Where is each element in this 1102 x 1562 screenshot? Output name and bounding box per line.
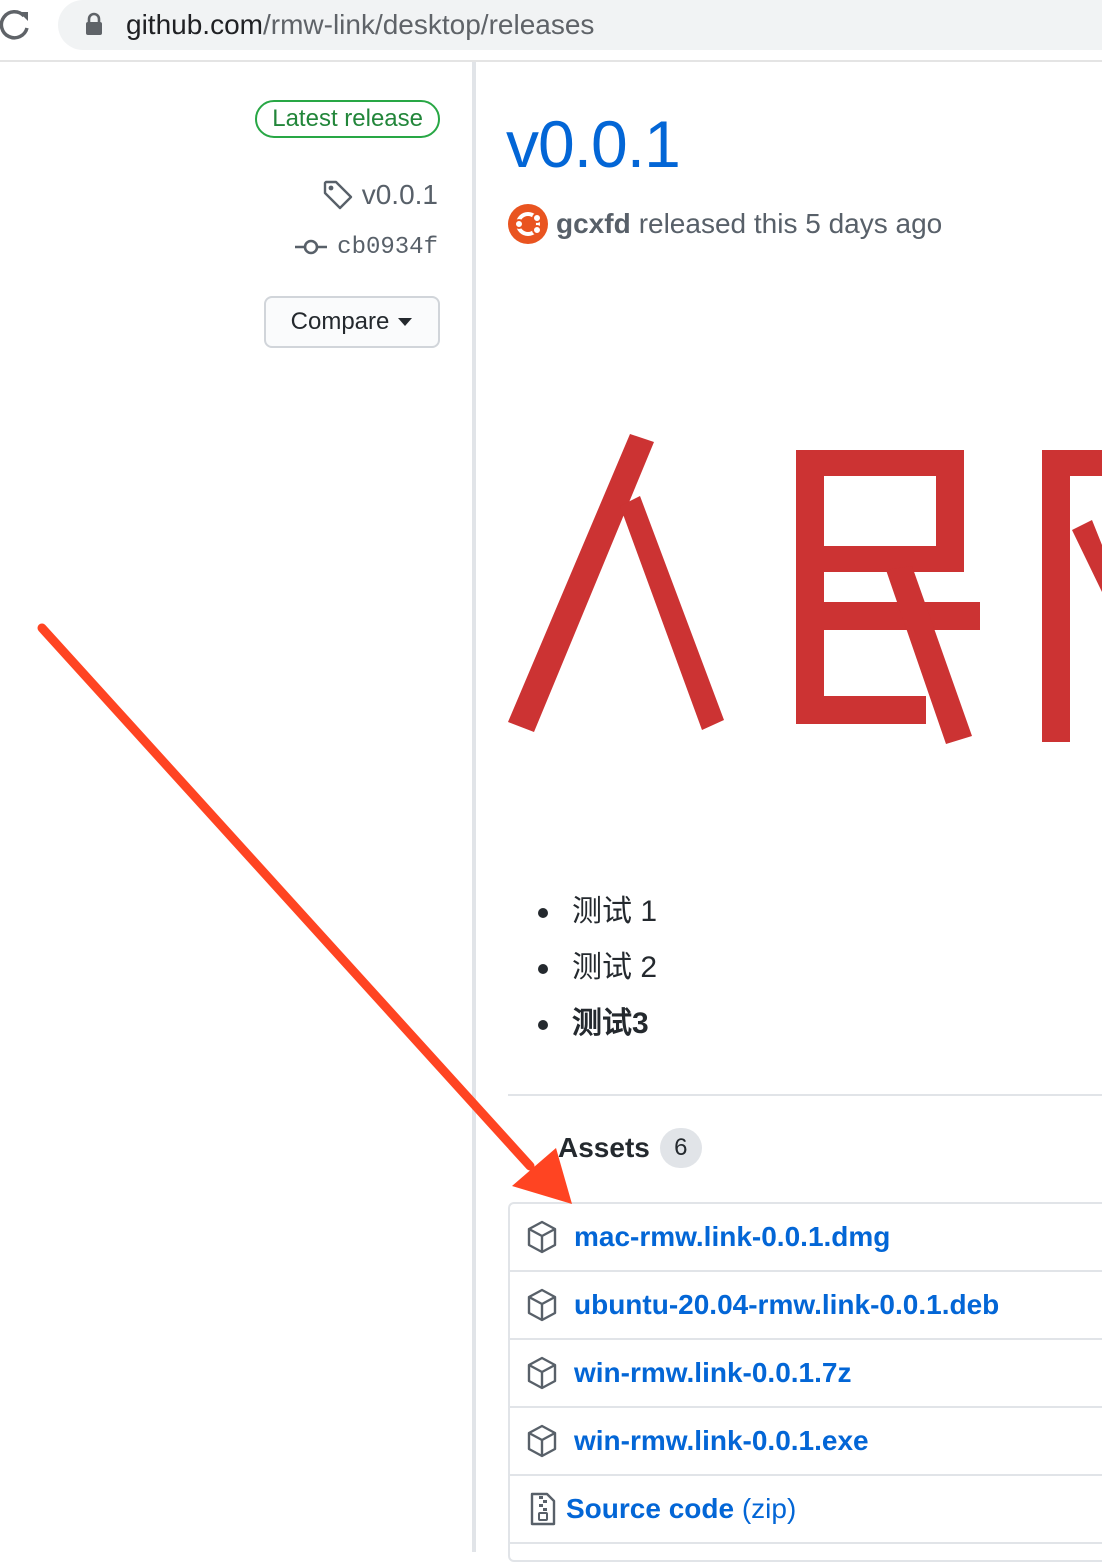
section-divider [508,1094,1102,1096]
asset-link[interactable]: win-rmw.link-0.0.1.7z [574,1357,851,1389]
compare-label: Compare [290,308,390,335]
author-link[interactable]: gcxfd [556,208,631,240]
asset-link-suffix: (zip) [741,1493,797,1524]
url-host: github.com [126,9,263,40]
asset-row: mac-rmw.link-0.0.1.dmg [510,1204,1102,1272]
caret-down-icon [398,318,413,326]
asset-row: win-rmw.link-0.0.1.exe [510,1408,1102,1476]
banner-glyphs [508,434,1102,744]
assets-toggle[interactable]: Assets 6 [558,1126,702,1170]
sidebar-divider [472,62,476,1552]
glyph-wang [1042,450,1102,742]
asset-row: win-rmw.link-0.0.1.7z [510,1340,1102,1408]
asset-link-label: Source code [566,1493,735,1524]
asset-link[interactable]: win-rmw.link-0.0.1.exe [574,1425,869,1457]
tag-icon [323,180,352,210]
release-meta: released this 5 days ago [638,208,943,239]
commit-sha: cb0934f [337,233,438,261]
asset-row: ubuntu-20.04-rmw.link-0.0.1.deb [510,1272,1102,1340]
tag-link[interactable]: v0.0.1 [322,176,438,214]
glyph-ren [508,434,724,732]
release-title[interactable]: v0.0.1 [506,104,681,184]
browser-toolbar: github.com/rmw-link/desktop/releases [0,0,1102,62]
release-sidebar: Latest release v0.0.1 cb0934f Compare [0,62,472,1552]
package-icon [527,1424,557,1458]
url-text[interactable]: github.com/rmw-link/desktop/releases [126,8,594,42]
reload-icon[interactable] [0,8,32,42]
package-icon [527,1288,557,1322]
source-code-zip-link[interactable]: Source code (zip) [566,1493,796,1525]
file-zip-icon [530,1492,556,1526]
package-icon [527,1356,557,1390]
release-author-row: gcxfd released this 5 days ago [508,202,942,246]
release-banner-image [476,410,1102,770]
note-item: 测试 1 [537,884,657,940]
latest-release-badge: Latest release [255,100,440,138]
lock-icon [86,12,102,35]
git-commit-icon [295,239,328,255]
package-icon [527,1220,557,1254]
assets-list: mac-rmw.link-0.0.1.dmg ubuntu-20.04-rmw.… [508,1202,1102,1562]
note-item: 测试 2 [537,940,657,996]
asset-row: Source code (zip) [510,1476,1102,1544]
asset-link[interactable]: ubuntu-20.04-rmw.link-0.0.1.deb [574,1289,999,1321]
glyph-min [796,450,980,744]
compare-button[interactable]: Compare [264,296,440,348]
assets-label: Assets [558,1132,650,1163]
note-item: 测试3 [537,996,657,1052]
url-path: /rmw-link/desktop/releases [262,9,595,40]
release-notes: 测试 1 测试 2 测试3 [537,884,657,1052]
commit-link[interactable]: cb0934f [295,230,438,264]
tag-label: v0.0.1 [361,179,438,210]
avatar[interactable] [508,204,548,244]
assets-count-badge: 6 [659,1128,702,1168]
asset-link[interactable]: mac-rmw.link-0.0.1.dmg [574,1221,890,1253]
